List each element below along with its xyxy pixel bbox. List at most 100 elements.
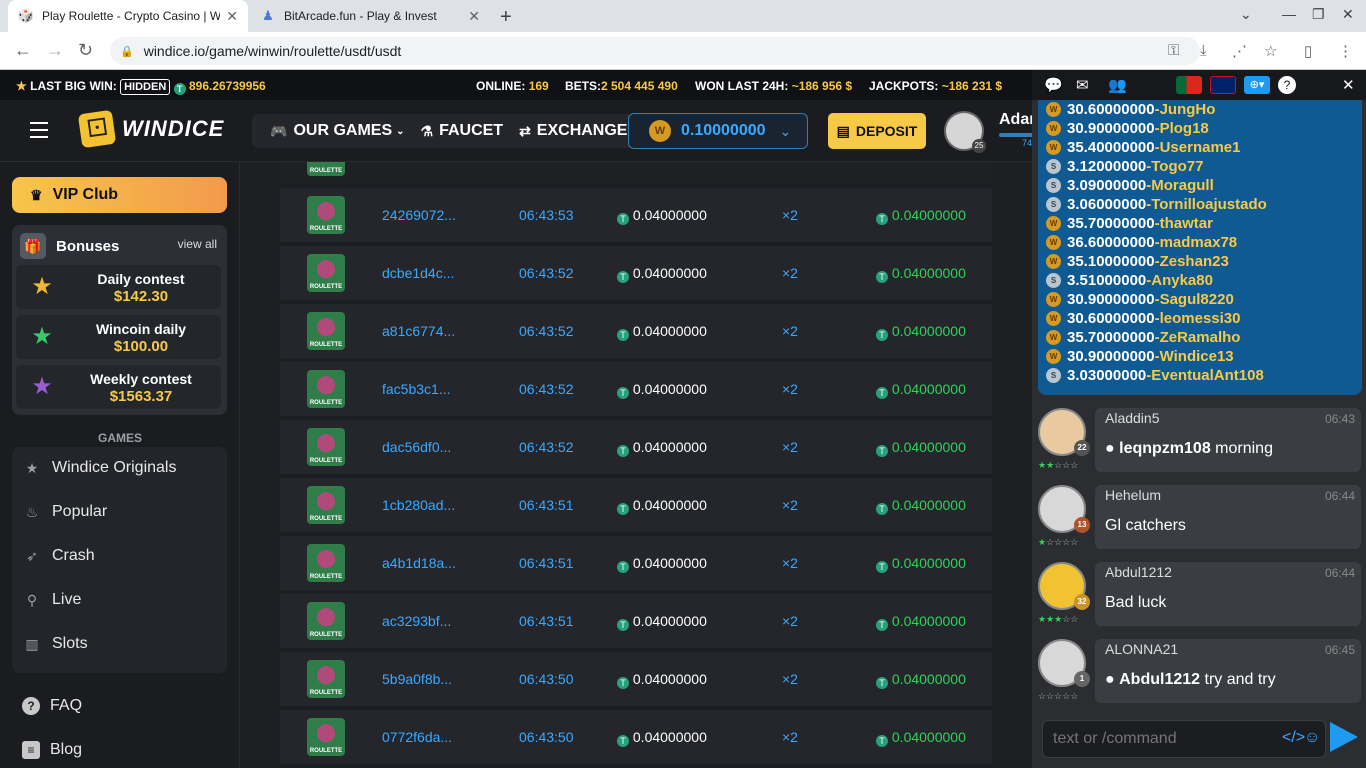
bet-amount: T 0.04000000 <box>617 671 707 689</box>
tab-bitarcade[interactable]: ♟ BitArcade.fun - Play & Invest ✕ <box>250 0 490 32</box>
roulette-game-icon[interactable]: ROULETTE <box>307 544 345 582</box>
address-bar[interactable]: 🔒 windice.io/game/winwin/roulette/usdt/u… <box>110 37 1200 65</box>
bet-id-link[interactable]: 24269072... <box>382 207 456 223</box>
users-icon[interactable]: 👥 <box>1108 76 1127 94</box>
winner-name[interactable]: -Togo77 <box>1146 158 1203 175</box>
code-icon[interactable]: </> <box>1282 729 1305 747</box>
mention-name[interactable]: Abdul1212 <box>1119 671 1200 688</box>
bet-id-link[interactable]: a81c6774... <box>382 323 455 339</box>
winner-name[interactable]: -thawtar <box>1155 215 1213 232</box>
sidepanel-icon[interactable]: ▯ <box>1304 42 1312 60</box>
weekly-contest[interactable]: ★ Weekly contest $1563.37 <box>16 365 221 409</box>
winner-name[interactable]: -Tornilloajustado <box>1146 196 1267 213</box>
winner-name[interactable]: -Plog18 <box>1155 120 1209 137</box>
share-icon[interactable]: ⋰ <box>1232 42 1247 60</box>
mention-name[interactable]: leqnpzm108 <box>1119 440 1211 457</box>
balance-selector[interactable]: W 0.10000000 ⌄ <box>628 113 808 149</box>
winner-name[interactable]: -JungHo <box>1155 101 1216 118</box>
nav-faucet[interactable]: ⚗ FAUCET <box>421 122 504 140</box>
uk-flag-icon[interactable] <box>1210 76 1236 94</box>
bookmark-star-icon[interactable]: ☆ <box>1264 42 1277 60</box>
table-row: ROULETTE fac5b3c1... 06:43:52 T 0.04000000 ×… <box>280 362 992 416</box>
roulette-game-icon[interactable]: ROULETTE <box>307 162 345 176</box>
bet-id-link[interactable]: ac3293bf... <box>382 613 451 629</box>
chat-text: ● leqnpzm108 morning <box>1105 440 1273 458</box>
winner-name[interactable]: -Anyka80 <box>1146 272 1213 289</box>
sidebar-item-crash[interactable]: ➶ Crash <box>22 547 95 565</box>
close-chat-icon[interactable]: ✕ <box>1342 76 1355 94</box>
roulette-game-icon[interactable]: ROULETTE <box>307 370 345 408</box>
restore-icon[interactable]: ❐ <box>1312 6 1325 23</box>
chat-username[interactable]: Abdul1212 <box>1105 564 1172 580</box>
winner-name[interactable]: -Username1 <box>1155 139 1241 156</box>
bet-id-link[interactable]: 5b9a0f8b... <box>382 671 452 687</box>
help-icon[interactable]: ? <box>1278 76 1296 94</box>
sidebar-item-blog[interactable]: ≡ Blog <box>22 741 82 759</box>
winner-name[interactable]: -Moragull <box>1146 177 1214 194</box>
chat-username[interactable]: Aladdin5 <box>1105 410 1160 426</box>
vip-club-button[interactable]: ♛ VIP Club <box>12 177 227 213</box>
winner-name[interactable]: -ZeRamalho <box>1155 329 1241 346</box>
send-icon[interactable] <box>1330 722 1358 752</box>
windice-logo[interactable]: WINDICE <box>77 109 224 149</box>
bet-id-link[interactable]: dcbe1d4c... <box>382 265 454 281</box>
emoji-icon[interactable]: ☺ <box>1304 729 1320 747</box>
close-window-icon[interactable]: ✕ <box>1342 6 1354 23</box>
winner-name[interactable]: -Sagul8220 <box>1155 291 1234 308</box>
winner-name[interactable]: -Zeshan23 <box>1155 253 1229 270</box>
bet-id-link[interactable]: dac56df0... <box>382 439 451 455</box>
winner-amount: 35.40000000 <box>1067 139 1155 156</box>
sidebar-item-live[interactable]: ⚲ Live <box>22 591 82 609</box>
roulette-game-icon[interactable]: ROULETTE <box>307 312 345 350</box>
roulette-game-icon[interactable]: ROULETTE <box>307 428 345 466</box>
tab-roulette[interactable]: 🎲 Play Roulette - Crypto Casino | W ✕ <box>8 0 248 32</box>
winner-name[interactable]: -madmax78 <box>1155 234 1238 251</box>
view-all-link[interactable]: view all <box>178 237 217 251</box>
nav-label: EXCHANGE <box>536 122 628 139</box>
mail-icon[interactable]: ✉ <box>1076 76 1089 94</box>
back-icon[interactable]: ← <box>14 40 32 61</box>
game-icon-label: ROULETTE <box>309 748 343 754</box>
menu-dots-icon[interactable]: ⋮ <box>1338 42 1353 60</box>
install-icon[interactable]: ⤓ <box>1200 42 1207 59</box>
roulette-game-icon[interactable]: ROULETTE <box>307 660 345 698</box>
close-tab-icon[interactable]: ✕ <box>226 8 238 25</box>
roulette-game-icon[interactable]: ROULETTE <box>307 486 345 524</box>
chat-bubbles-icon[interactable]: 💬 <box>1044 76 1063 94</box>
reload-icon[interactable]: ↻ <box>78 40 93 61</box>
key-icon[interactable]: ⚿ <box>1168 42 1179 59</box>
sidebar-item-slots[interactable]: ▥ Slots <box>22 635 87 653</box>
bet-id-link[interactable]: 0772f6da... <box>382 729 452 745</box>
winner-name[interactable]: -leomessi30 <box>1155 310 1241 327</box>
deposit-button[interactable]: ▤ DEPOSIT <box>828 113 926 149</box>
daily-contest[interactable]: ★ Daily contest $142.30 <box>16 265 221 309</box>
hamburger-menu-icon[interactable] <box>30 122 48 138</box>
game-icon-label: ROULETTE <box>309 284 343 290</box>
roulette-game-icon[interactable]: ROULETTE <box>307 602 345 640</box>
new-tab-icon[interactable]: + <box>500 6 512 29</box>
forward-icon[interactable]: → <box>46 40 64 61</box>
chat-username[interactable]: ALONNA21 <box>1105 641 1178 657</box>
close-tab-icon[interactable]: ✕ <box>468 8 480 25</box>
winner-name[interactable]: -Windice13 <box>1155 348 1234 365</box>
chat-username[interactable]: Hehelum <box>1105 487 1161 503</box>
minimize-icon[interactable]: — <box>1282 6 1296 22</box>
roulette-game-icon[interactable]: ROULETTE <box>307 254 345 292</box>
nav-our-games[interactable]: 🎮 OUR GAMES ⌄ <box>270 122 405 140</box>
sidebar-item-windice-originals[interactable]: ★ Windice Originals <box>22 459 177 477</box>
bet-id-link[interactable]: 1cb280ad... <box>382 497 455 513</box>
bet-id-link[interactable]: a4b1d18a... <box>382 555 456 571</box>
nav-exchange[interactable]: ⇄ EXCHANGE <box>519 122 627 140</box>
sidebar-item-faq[interactable]: ? FAQ <box>22 697 82 715</box>
portugal-flag-icon[interactable] <box>1176 76 1202 94</box>
bet-id-link[interactable]: fac5b3c1... <box>382 381 451 397</box>
roulette-game-icon[interactable]: ROULETTE <box>307 196 345 234</box>
sidebar-item-popular[interactable]: ♨ Popular <box>22 503 107 521</box>
roulette-game-icon[interactable]: ROULETTE <box>307 718 345 756</box>
wincoin-daily[interactable]: ★ Wincoin daily $100.00 <box>16 315 221 359</box>
winner-name[interactable]: -EventualAnt108 <box>1146 367 1264 384</box>
tab-search-icon[interactable]: ⌄ <box>1240 6 1252 23</box>
chat-bubble: Aladdin5 06:43 ● leqnpzm108 morning <box>1095 408 1361 472</box>
globe-language-icon[interactable]: ⊕▾ <box>1244 76 1270 94</box>
username[interactable]: Adar <box>999 111 1035 129</box>
